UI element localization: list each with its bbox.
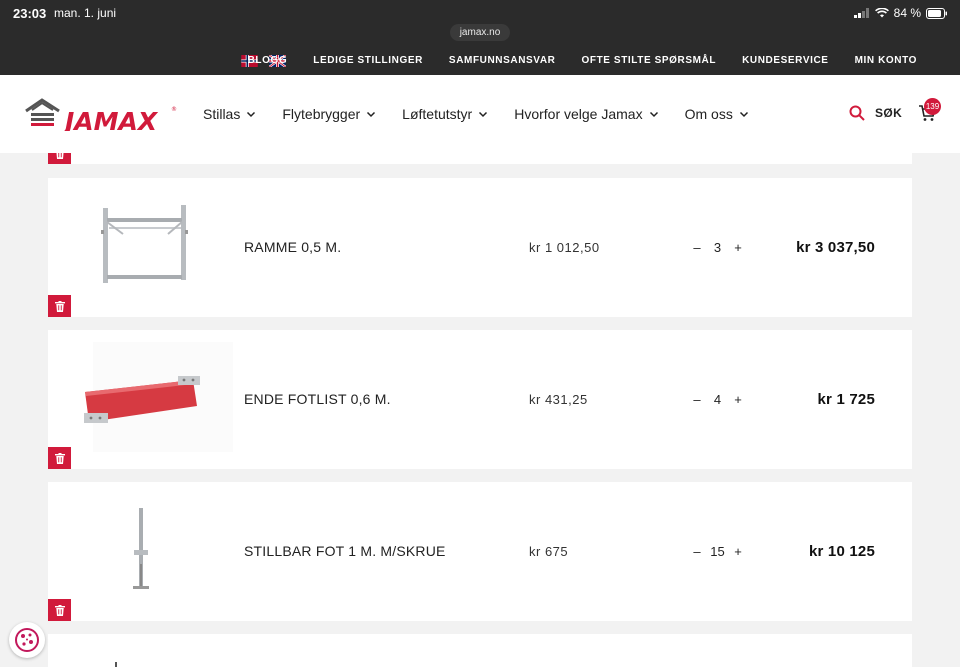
line-total: kr 1 725 — [817, 391, 875, 408]
top-bar: BLOGG LEDIGE STILLINGER SAMFUNNSANSVAR O… — [0, 46, 960, 75]
chevron-down-icon — [247, 111, 256, 118]
battery-percent: 84 % — [893, 6, 921, 20]
product-name[interactable]: RAMME 0,5 M. — [244, 239, 341, 255]
logo-house-icon: JAMAX ® — [25, 98, 177, 136]
logo-text: JAMAX — [60, 107, 159, 131]
delete-button[interactable] — [48, 295, 71, 317]
delete-button[interactable] — [48, 447, 71, 469]
decrease-button[interactable]: – — [688, 392, 706, 407]
cookie-settings-button[interactable] — [9, 622, 45, 658]
unit-price: kr 431,25 — [529, 392, 588, 407]
site-header: JAMAX ® Stillas Flytebrygger Løftetutsty… — [0, 75, 960, 153]
cart-item: RAMME 0,5 M. kr 1 012,50 – 3 + kr 3 037,… — [48, 178, 912, 317]
nav-loftetutstyr[interactable]: Løftetutstyr — [402, 106, 488, 122]
trash-icon — [54, 452, 65, 464]
line-total: kr 3 037,50 — [796, 239, 875, 256]
quantity-stepper: – 3 + — [688, 240, 747, 255]
link-kundeservice[interactable]: KUNDESERVICE — [742, 55, 828, 66]
unit-price: kr 1 012,50 — [529, 240, 600, 255]
increase-button[interactable]: + — [729, 240, 747, 255]
cart-list: RAMME 0,5 M. kr 1 012,50 – 3 + kr 3 037,… — [0, 153, 960, 667]
product-image-frame — [101, 205, 188, 283]
trash-icon — [54, 300, 65, 312]
increase-button[interactable]: + — [729, 392, 747, 407]
link-blogg[interactable]: BLOGG — [248, 55, 288, 66]
line-total: kr 10 125 — [808, 543, 875, 560]
cart-item: STILLBAR FOT 1 M. M/SKRUE kr 675 – 15 + … — [48, 482, 912, 621]
quantity-stepper: – 4 + — [688, 392, 747, 407]
cookie-icon — [15, 628, 39, 652]
product-image-partial — [115, 662, 117, 667]
cart-item: ENDE FOTLIST 0,6 M. kr 431,25 – 4 + kr 1… — [48, 330, 912, 469]
top-links: BLOGG LEDIGE STILLINGER SAMFUNNSANSVAR O… — [248, 46, 917, 75]
wifi-icon — [874, 8, 889, 18]
link-ledige-stillinger[interactable]: LEDIGE STILLINGER — [313, 55, 423, 66]
decrease-button[interactable]: – — [688, 240, 706, 255]
nav-label: Stillas — [203, 106, 241, 122]
search-icon — [849, 105, 865, 121]
link-min-konto[interactable]: MIN KONTO — [855, 55, 917, 66]
status-bar: 23:03 man. 1. juni 84 % jamax.no — [0, 0, 960, 46]
delete-button[interactable] — [48, 599, 71, 621]
cart-item-partial — [48, 153, 912, 164]
search-button[interactable]: SØK — [849, 105, 902, 121]
search-label: SØK — [875, 106, 903, 120]
jamax-logo[interactable]: JAMAX ® — [25, 97, 177, 136]
signal-icon — [853, 8, 869, 18]
quantity-value[interactable]: 4 — [706, 392, 729, 407]
quantity-value[interactable]: 3 — [706, 240, 729, 255]
nav-flytebrygger[interactable]: Flytebrygger — [282, 106, 376, 122]
chevron-down-icon — [479, 111, 488, 118]
chevron-down-icon — [367, 111, 376, 118]
url-bar[interactable]: jamax.no — [450, 24, 510, 41]
chevron-down-icon — [739, 111, 748, 118]
product-name[interactable]: STILLBAR FOT 1 M. M/SKRUE — [244, 543, 446, 559]
svg-text:®: ® — [171, 106, 177, 113]
main-nav: Stillas Flytebrygger Løftetutstyr Hvorfo… — [203, 75, 749, 153]
status-time: 23:03 — [13, 6, 47, 21]
quantity-stepper: – 15 + — [688, 544, 747, 559]
battery-icon — [926, 7, 947, 19]
quantity-value[interactable]: 15 — [706, 544, 729, 559]
product-image-base-jack — [133, 508, 149, 589]
nav-label: Løftetutstyr — [402, 106, 473, 122]
decrease-button[interactable]: – — [688, 544, 706, 559]
unit-price: kr 675 — [529, 544, 569, 559]
trash-icon — [56, 153, 63, 159]
link-ofte-stilte-sporsmal[interactable]: OFTE STILTE SPØRSMÅL — [581, 55, 716, 66]
delete-button[interactable] — [48, 153, 71, 164]
nav-label: Flytebrygger — [282, 106, 361, 122]
product-name[interactable]: ENDE FOTLIST 0,6 M. — [244, 391, 391, 407]
nav-stillas[interactable]: Stillas — [203, 106, 256, 122]
cart-item-partial — [48, 634, 912, 667]
nav-om-oss[interactable]: Om oss — [685, 106, 749, 122]
product-image-toe-board — [84, 342, 233, 452]
status-date: man. 1. juni — [54, 6, 117, 20]
cart-count-badge: 139 — [924, 98, 941, 115]
status-indicators: 84 % — [853, 6, 948, 20]
increase-button[interactable]: + — [729, 544, 747, 559]
nav-label: Om oss — [684, 106, 733, 122]
trash-icon — [54, 604, 65, 616]
chevron-down-icon — [649, 111, 658, 118]
nav-hvorfor-velge-jamax[interactable]: Hvorfor velge Jamax — [514, 106, 658, 122]
link-samfunnsansvar[interactable]: SAMFUNNSANSVAR — [449, 55, 556, 66]
nav-label: Hvorfor velge Jamax — [514, 106, 643, 122]
